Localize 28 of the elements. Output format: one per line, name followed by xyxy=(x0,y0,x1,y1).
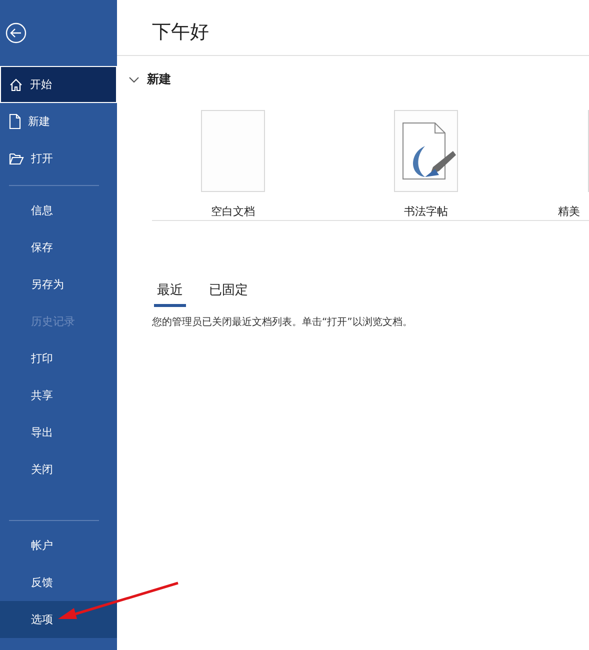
chevron-icon[interactable] xyxy=(129,76,139,82)
sidebar-item[interactable]: 打印 xyxy=(0,340,117,377)
sidebar-item[interactable]: 保存 xyxy=(0,229,117,266)
info-message: 您的管理员已关闭最近文档列表。单击“打开”以浏览文档。 xyxy=(151,316,414,329)
folder-icon xyxy=(9,152,24,164)
tab[interactable]: 最近 xyxy=(154,281,186,307)
sidebar-item[interactable]: 反馈 xyxy=(0,564,117,601)
tab[interactable]: 已固定 xyxy=(206,281,251,307)
sidebar-item[interactable]: 导出 xyxy=(0,414,117,451)
back-icon[interactable] xyxy=(5,22,27,44)
template-label: 书法字帖 xyxy=(404,204,448,219)
template-thumbnail[interactable] xyxy=(394,110,458,192)
sidebar-item[interactable]: 关闭 xyxy=(0,451,117,488)
greeting-heading: 下午好 xyxy=(152,20,209,44)
sidebar-item[interactable]: 另存为 xyxy=(0,266,117,303)
sidebar-item[interactable]: 共享 xyxy=(0,377,117,414)
template-thumbnail[interactable] xyxy=(201,110,265,192)
home-icon xyxy=(9,78,23,92)
sidebar-item[interactable]: 打开 xyxy=(0,140,117,177)
section-title: 新建 xyxy=(147,71,171,88)
document-icon xyxy=(9,114,21,129)
sidebar-item[interactable]: 选项 xyxy=(0,601,117,638)
sidebar-item[interactable]: 新建 xyxy=(0,103,117,140)
template-label: 空白文档 xyxy=(211,204,255,219)
sidebar-item[interactable]: 开始 xyxy=(0,66,117,103)
sidebar-item[interactable]: 帐户 xyxy=(0,527,117,564)
sidebar-item[interactable]: 信息 xyxy=(0,192,117,229)
template-label: 精美 xyxy=(558,204,580,219)
